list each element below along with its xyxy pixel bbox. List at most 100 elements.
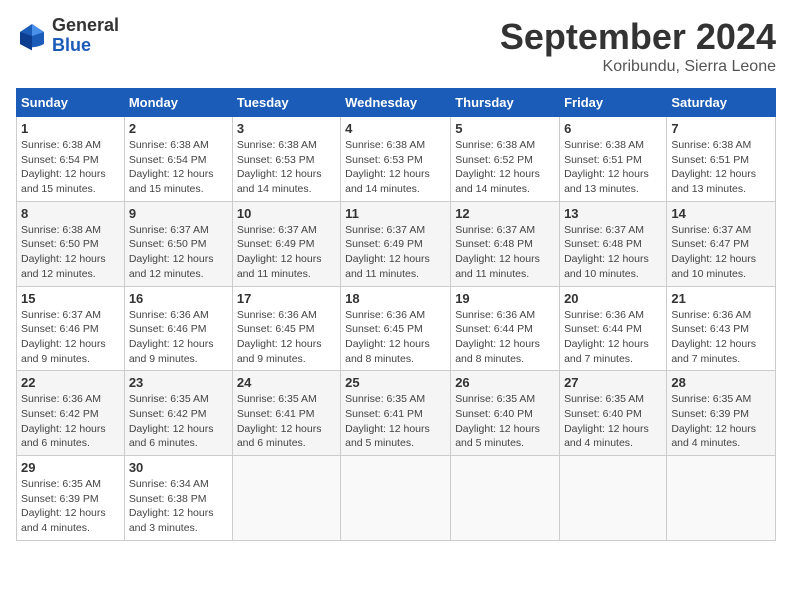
day-number: 27 bbox=[564, 375, 662, 390]
col-friday: Friday bbox=[560, 89, 667, 117]
table-row: 12 Sunrise: 6:37 AMSunset: 6:48 PMDaylig… bbox=[451, 201, 560, 286]
calendar-header-row: Sunday Monday Tuesday Wednesday Thursday… bbox=[17, 89, 776, 117]
day-number: 24 bbox=[237, 375, 336, 390]
table-row: 16 Sunrise: 6:36 AMSunset: 6:46 PMDaylig… bbox=[124, 286, 232, 371]
day-info: Sunrise: 6:35 AMSunset: 6:41 PMDaylight:… bbox=[345, 393, 430, 449]
col-saturday: Saturday bbox=[667, 89, 776, 117]
day-number: 4 bbox=[345, 121, 446, 136]
col-wednesday: Wednesday bbox=[341, 89, 451, 117]
day-info: Sunrise: 6:35 AMSunset: 6:40 PMDaylight:… bbox=[455, 393, 540, 449]
table-row: 25 Sunrise: 6:35 AMSunset: 6:41 PMDaylig… bbox=[341, 371, 451, 456]
table-row: 10 Sunrise: 6:37 AMSunset: 6:49 PMDaylig… bbox=[232, 201, 340, 286]
day-info: Sunrise: 6:37 AMSunset: 6:48 PMDaylight:… bbox=[564, 224, 649, 280]
day-number: 11 bbox=[345, 206, 446, 221]
table-row: 13 Sunrise: 6:37 AMSunset: 6:48 PMDaylig… bbox=[560, 201, 667, 286]
table-row: 17 Sunrise: 6:36 AMSunset: 6:45 PMDaylig… bbox=[232, 286, 340, 371]
table-row: 21 Sunrise: 6:36 AMSunset: 6:43 PMDaylig… bbox=[667, 286, 776, 371]
table-row: 26 Sunrise: 6:35 AMSunset: 6:40 PMDaylig… bbox=[451, 371, 560, 456]
day-number: 19 bbox=[455, 291, 555, 306]
day-info: Sunrise: 6:36 AMSunset: 6:44 PMDaylight:… bbox=[564, 309, 649, 365]
table-row: 18 Sunrise: 6:36 AMSunset: 6:45 PMDaylig… bbox=[341, 286, 451, 371]
day-number: 21 bbox=[671, 291, 771, 306]
day-info: Sunrise: 6:35 AMSunset: 6:40 PMDaylight:… bbox=[564, 393, 649, 449]
day-info: Sunrise: 6:38 AMSunset: 6:51 PMDaylight:… bbox=[671, 139, 756, 195]
day-info: Sunrise: 6:36 AMSunset: 6:43 PMDaylight:… bbox=[671, 309, 756, 365]
logo-icon bbox=[16, 20, 48, 52]
day-number: 2 bbox=[129, 121, 228, 136]
col-tuesday: Tuesday bbox=[232, 89, 340, 117]
calendar-week-row: 29 Sunrise: 6:35 AMSunset: 6:39 PMDaylig… bbox=[17, 456, 776, 541]
table-row: 11 Sunrise: 6:37 AMSunset: 6:49 PMDaylig… bbox=[341, 201, 451, 286]
table-row: 7 Sunrise: 6:38 AMSunset: 6:51 PMDayligh… bbox=[667, 117, 776, 202]
table-row: 20 Sunrise: 6:36 AMSunset: 6:44 PMDaylig… bbox=[560, 286, 667, 371]
col-sunday: Sunday bbox=[17, 89, 125, 117]
day-info: Sunrise: 6:36 AMSunset: 6:45 PMDaylight:… bbox=[237, 309, 322, 365]
logo-blue: Blue bbox=[52, 36, 119, 56]
table-row: 9 Sunrise: 6:37 AMSunset: 6:50 PMDayligh… bbox=[124, 201, 232, 286]
day-number: 15 bbox=[21, 291, 120, 306]
day-number: 18 bbox=[345, 291, 446, 306]
table-row: 2 Sunrise: 6:38 AMSunset: 6:54 PMDayligh… bbox=[124, 117, 232, 202]
title-block: September 2024 Koribundu, Sierra Leone bbox=[500, 16, 776, 76]
table-row: 23 Sunrise: 6:35 AMSunset: 6:42 PMDaylig… bbox=[124, 371, 232, 456]
location-title: Koribundu, Sierra Leone bbox=[500, 58, 776, 76]
day-info: Sunrise: 6:38 AMSunset: 6:51 PMDaylight:… bbox=[564, 139, 649, 195]
logo-text: General Blue bbox=[52, 16, 119, 56]
day-number: 22 bbox=[21, 375, 120, 390]
table-row: 24 Sunrise: 6:35 AMSunset: 6:41 PMDaylig… bbox=[232, 371, 340, 456]
day-number: 12 bbox=[455, 206, 555, 221]
day-info: Sunrise: 6:38 AMSunset: 6:52 PMDaylight:… bbox=[455, 139, 540, 195]
table-row: 14 Sunrise: 6:37 AMSunset: 6:47 PMDaylig… bbox=[667, 201, 776, 286]
table-row: 4 Sunrise: 6:38 AMSunset: 6:53 PMDayligh… bbox=[341, 117, 451, 202]
day-info: Sunrise: 6:37 AMSunset: 6:50 PMDaylight:… bbox=[129, 224, 214, 280]
day-number: 7 bbox=[671, 121, 771, 136]
day-number: 30 bbox=[129, 460, 228, 475]
day-info: Sunrise: 6:38 AMSunset: 6:54 PMDaylight:… bbox=[129, 139, 214, 195]
day-number: 3 bbox=[237, 121, 336, 136]
col-monday: Monday bbox=[124, 89, 232, 117]
page-header: General Blue September 2024 Koribundu, S… bbox=[16, 16, 776, 76]
table-row: 3 Sunrise: 6:38 AMSunset: 6:53 PMDayligh… bbox=[232, 117, 340, 202]
day-number: 20 bbox=[564, 291, 662, 306]
day-info: Sunrise: 6:36 AMSunset: 6:42 PMDaylight:… bbox=[21, 393, 106, 449]
day-number: 17 bbox=[237, 291, 336, 306]
day-number: 14 bbox=[671, 206, 771, 221]
calendar-week-row: 8 Sunrise: 6:38 AMSunset: 6:50 PMDayligh… bbox=[17, 201, 776, 286]
col-thursday: Thursday bbox=[451, 89, 560, 117]
logo-general: General bbox=[52, 16, 119, 36]
day-number: 26 bbox=[455, 375, 555, 390]
table-row: 29 Sunrise: 6:35 AMSunset: 6:39 PMDaylig… bbox=[17, 456, 125, 541]
table-row: 8 Sunrise: 6:38 AMSunset: 6:50 PMDayligh… bbox=[17, 201, 125, 286]
day-info: Sunrise: 6:37 AMSunset: 6:49 PMDaylight:… bbox=[345, 224, 430, 280]
day-number: 23 bbox=[129, 375, 228, 390]
day-info: Sunrise: 6:38 AMSunset: 6:53 PMDaylight:… bbox=[237, 139, 322, 195]
day-info: Sunrise: 6:36 AMSunset: 6:46 PMDaylight:… bbox=[129, 309, 214, 365]
table-row bbox=[560, 456, 667, 541]
table-row bbox=[232, 456, 340, 541]
day-info: Sunrise: 6:37 AMSunset: 6:48 PMDaylight:… bbox=[455, 224, 540, 280]
day-info: Sunrise: 6:37 AMSunset: 6:46 PMDaylight:… bbox=[21, 309, 106, 365]
logo: General Blue bbox=[16, 16, 119, 56]
day-number: 16 bbox=[129, 291, 228, 306]
table-row: 19 Sunrise: 6:36 AMSunset: 6:44 PMDaylig… bbox=[451, 286, 560, 371]
calendar-week-row: 1 Sunrise: 6:38 AMSunset: 6:54 PMDayligh… bbox=[17, 117, 776, 202]
day-info: Sunrise: 6:36 AMSunset: 6:44 PMDaylight:… bbox=[455, 309, 540, 365]
table-row: 5 Sunrise: 6:38 AMSunset: 6:52 PMDayligh… bbox=[451, 117, 560, 202]
day-info: Sunrise: 6:37 AMSunset: 6:47 PMDaylight:… bbox=[671, 224, 756, 280]
day-number: 1 bbox=[21, 121, 120, 136]
table-row: 1 Sunrise: 6:38 AMSunset: 6:54 PMDayligh… bbox=[17, 117, 125, 202]
table-row bbox=[451, 456, 560, 541]
day-info: Sunrise: 6:35 AMSunset: 6:41 PMDaylight:… bbox=[237, 393, 322, 449]
day-number: 28 bbox=[671, 375, 771, 390]
day-info: Sunrise: 6:35 AMSunset: 6:39 PMDaylight:… bbox=[21, 478, 106, 534]
table-row bbox=[667, 456, 776, 541]
day-info: Sunrise: 6:35 AMSunset: 6:39 PMDaylight:… bbox=[671, 393, 756, 449]
table-row: 15 Sunrise: 6:37 AMSunset: 6:46 PMDaylig… bbox=[17, 286, 125, 371]
day-info: Sunrise: 6:38 AMSunset: 6:50 PMDaylight:… bbox=[21, 224, 106, 280]
calendar-week-row: 15 Sunrise: 6:37 AMSunset: 6:46 PMDaylig… bbox=[17, 286, 776, 371]
day-info: Sunrise: 6:38 AMSunset: 6:53 PMDaylight:… bbox=[345, 139, 430, 195]
table-row: 28 Sunrise: 6:35 AMSunset: 6:39 PMDaylig… bbox=[667, 371, 776, 456]
day-number: 10 bbox=[237, 206, 336, 221]
day-info: Sunrise: 6:37 AMSunset: 6:49 PMDaylight:… bbox=[237, 224, 322, 280]
day-number: 29 bbox=[21, 460, 120, 475]
